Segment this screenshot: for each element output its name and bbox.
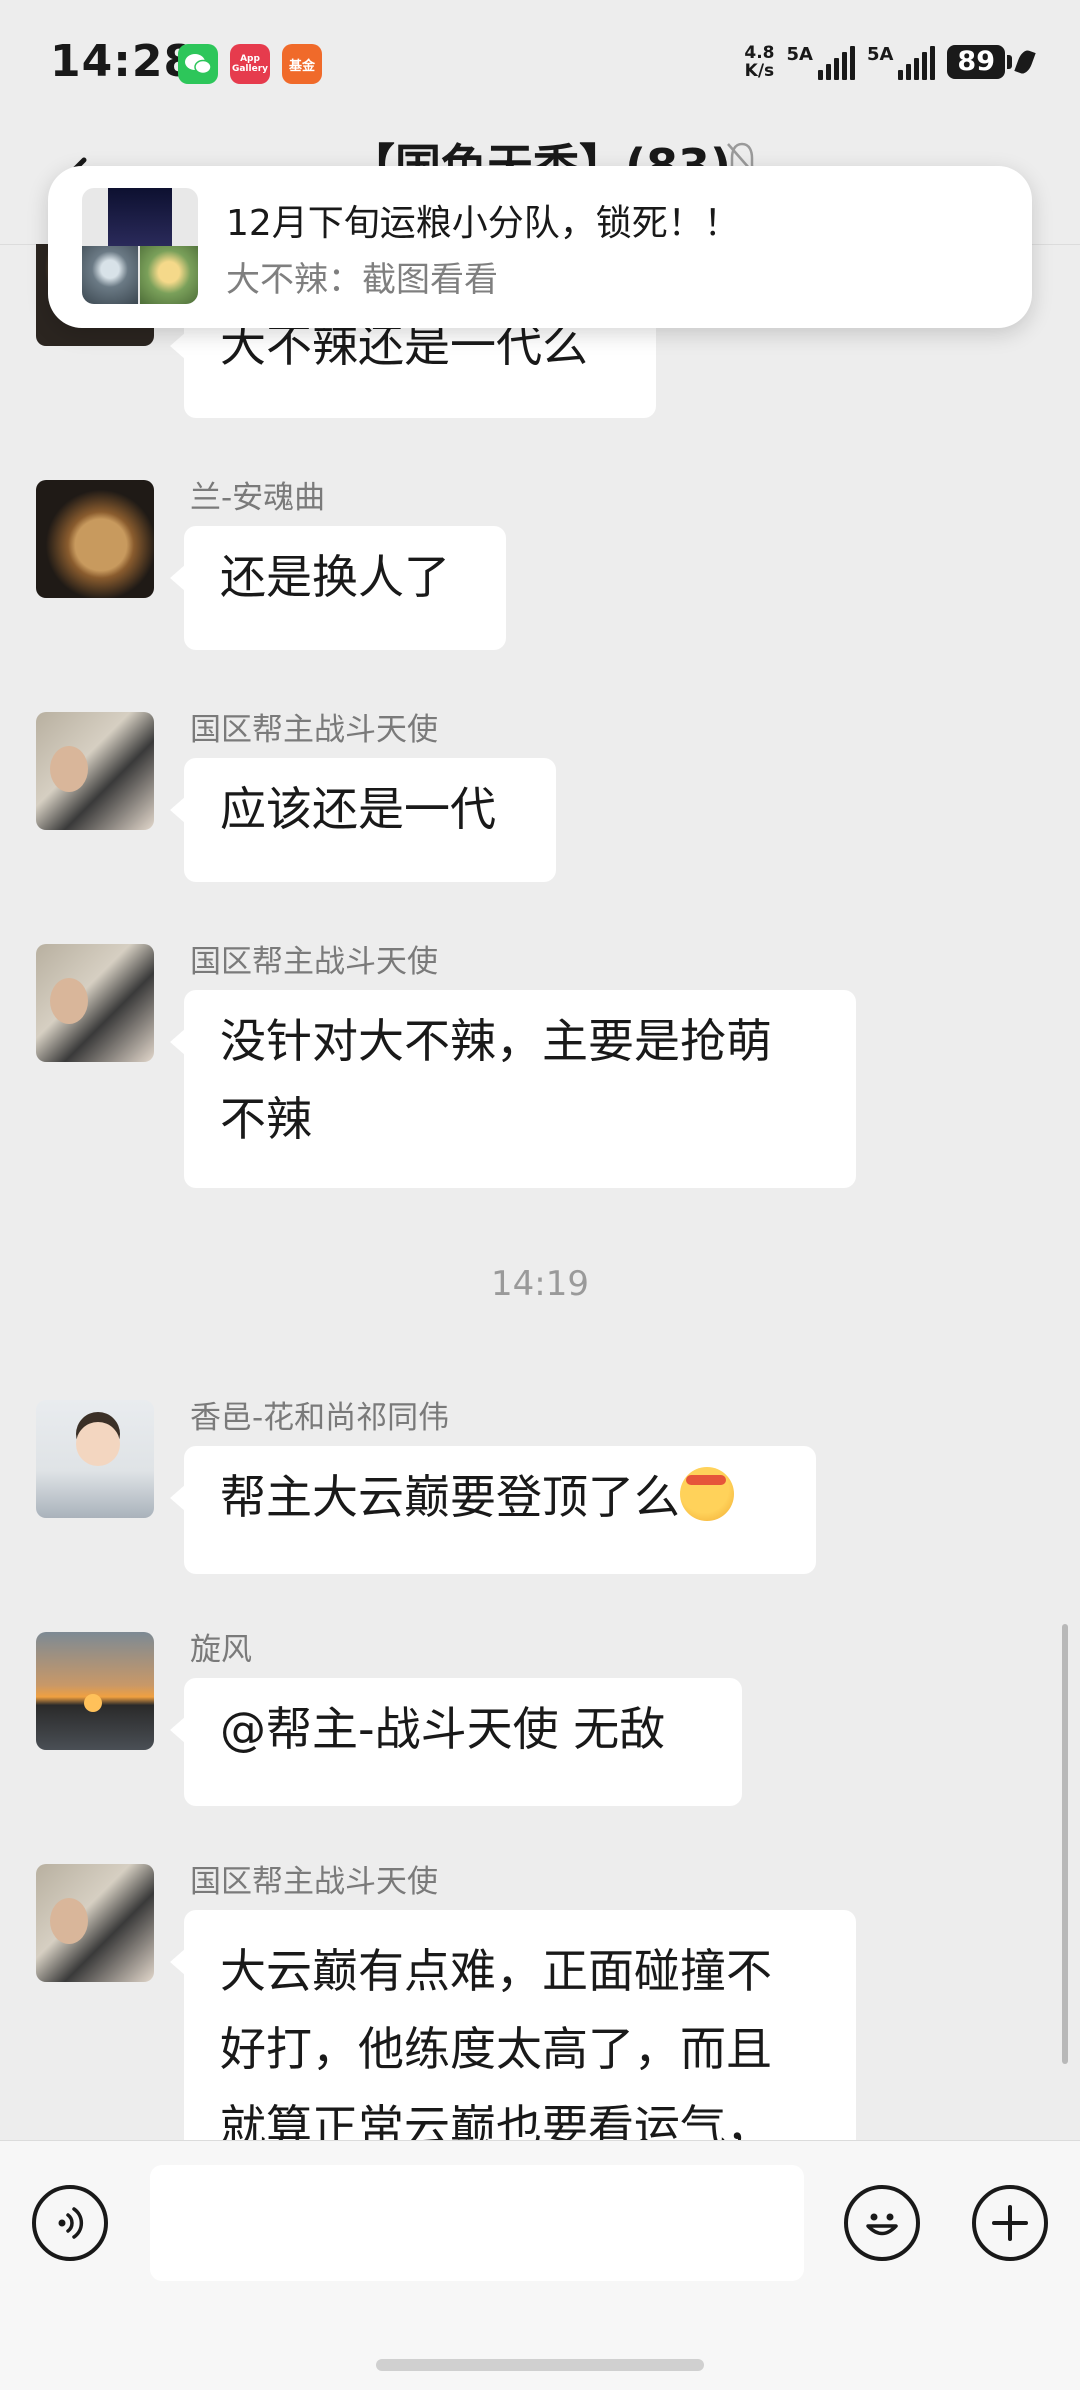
avatar[interactable] (36, 944, 154, 1062)
message-timestamp: 14:19 (491, 1264, 589, 1304)
message-text: 帮主大云巅要登顶了么 (220, 1470, 680, 1524)
network-speed-unit: K/s (744, 61, 775, 81)
message-bubble[interactable]: 还是换人了 (170, 526, 506, 650)
avatar[interactable] (36, 1632, 154, 1750)
message-bubble[interactable]: 帮主大云巅要登顶了么 (170, 1446, 816, 1574)
message-list: 大不辣还是一代么 兰-安魂曲 还是换人了 国区帮主战斗天使 应该还是一代 国区帮… (0, 244, 1080, 2140)
sender-name: 国区帮主战斗天使 (190, 944, 438, 980)
emoji-icon (866, 2213, 898, 2236)
message-text: 还是换人了 (220, 550, 450, 604)
wechat-icon (178, 44, 218, 84)
message-text: 应该还是一代 (220, 782, 496, 836)
avatar[interactable] (36, 480, 154, 598)
home-indicator[interactable] (376, 2359, 704, 2371)
scrollbar[interactable] (1062, 1624, 1068, 2064)
message-bubble[interactable]: @帮主-战斗天使 无敌 (170, 1678, 742, 1806)
signal-1-icon: 5A (786, 44, 855, 80)
sender-name: 兰-安魂曲 (190, 480, 326, 516)
group-avatar (82, 188, 198, 304)
sim1-label: 5A (786, 44, 813, 65)
message-bubble[interactable]: 没针对大不辣，主要是抢萌 不辣 (170, 990, 856, 1188)
message-bubble[interactable]: 应该还是一代 (170, 758, 556, 882)
network-speed: 4.8 K/s (744, 44, 774, 80)
app-gallery-icon: App Gallery (230, 44, 270, 84)
emoji-button[interactable] (844, 2185, 920, 2261)
signal-2-icon: 5A (866, 44, 936, 80)
status-bar: 14:28 App Gallery 基金 4.8 K/s 5A 5A 89 (0, 0, 1080, 130)
message-input[interactable] (150, 2165, 804, 2281)
message-text-line: 就算正常云巅也要看运气， (220, 2100, 772, 2140)
chat-screen: 14:28 App Gallery 基金 4.8 K/s 5A 5A 89 12… (0, 0, 1080, 2390)
message-text: @帮主-战斗天使 无敌 (220, 1702, 666, 1756)
notification-app-icons: App Gallery 基金 (178, 44, 322, 84)
status-time: 14:28 (50, 36, 196, 87)
message-bubble[interactable]: 大云巅有点难，正面碰撞不 好打，他练度太高了，而且 就算正常云巅也要看运气， (170, 1910, 856, 2140)
avatar[interactable] (36, 712, 154, 830)
sender-name: 国区帮主战斗天使 (190, 1864, 438, 1900)
leaf-icon (1014, 48, 1036, 76)
plus-icon (992, 2205, 1028, 2241)
avatar[interactable] (36, 1400, 154, 1518)
sender-name: 旋风 (190, 1632, 252, 1668)
battery-icon: 89 (947, 45, 1036, 79)
voice-icon (58, 2207, 84, 2239)
message-text-line: 好打，他练度太高了，而且 (220, 2022, 772, 2076)
network-speed-value: 4.8 (744, 43, 775, 63)
sim2-label: 5A (866, 44, 894, 65)
message-text-line: 没针对大不辣，主要是抢萌 (220, 1014, 772, 1068)
sender-name: 国区帮主战斗天使 (190, 712, 438, 748)
shush-face-emoji-icon (680, 1467, 734, 1521)
chat-input-bar (0, 2140, 1080, 2390)
battery-level: 89 (947, 45, 1005, 79)
notification-message: 大不辣：截图看看 (226, 260, 498, 300)
sender-name: 香邑-花和尚祁同伟 (190, 1400, 450, 1436)
avatar[interactable] (36, 1864, 154, 1982)
message-text-line: 不辣 (220, 1092, 312, 1146)
status-indicators: 4.8 K/s 5A 5A 89 (744, 44, 1036, 80)
message-text-line: 大云巅有点难，正面碰撞不 (220, 1944, 772, 1998)
voice-button[interactable] (32, 2185, 108, 2261)
plus-button[interactable] (972, 2185, 1048, 2261)
fund-icon: 基金 (282, 44, 322, 84)
notification-title: 12月下旬运粮小分队，锁死！！ (226, 203, 740, 244)
notification-banner[interactable]: 12月下旬运粮小分队，锁死！！ 大不辣：截图看看 (48, 166, 1032, 328)
